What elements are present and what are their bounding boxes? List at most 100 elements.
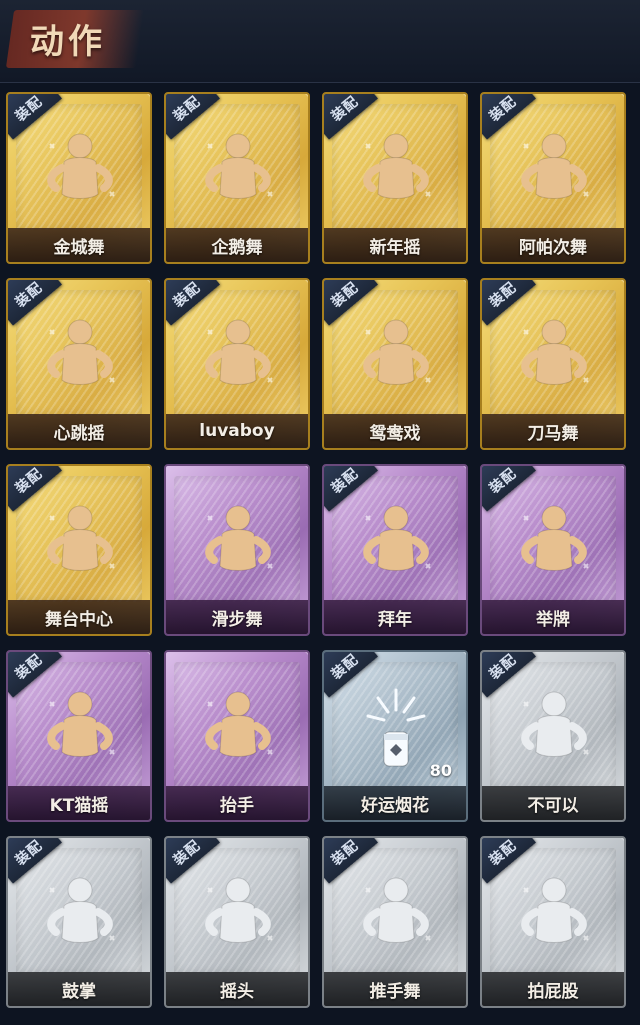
card-ornament [435, 280, 466, 311]
dancer-figure-icon [348, 866, 444, 962]
icon-svg [521, 319, 589, 385]
emote-name: 不可以 [527, 795, 579, 816]
emote-name: 举牌 [536, 609, 570, 630]
icon-svg [205, 691, 273, 757]
icon-svg [47, 319, 115, 385]
icon-svg [47, 691, 115, 757]
dancer-figure-icon [190, 308, 286, 404]
emote-card[interactable]: 装配 舞台中心 [6, 464, 152, 636]
emote-name: KT猫摇 [49, 795, 109, 816]
card-ornament [435, 838, 466, 869]
card-name-bar: 推手舞 [324, 972, 466, 1006]
raise-hand-figure-icon [190, 680, 286, 776]
emote-name: luvaboy [199, 421, 275, 441]
emote-card[interactable]: 装配 鼓掌 [6, 836, 152, 1008]
emote-card[interactable]: 80 装配 好运烟花 [322, 650, 468, 822]
emote-name: 鼓掌 [62, 981, 96, 1002]
card-ornament [435, 466, 466, 497]
card-name-bar: 抬手 [166, 786, 308, 820]
icon-svg [521, 505, 589, 571]
card-ornament [277, 280, 308, 311]
emote-name: 企鹅舞 [211, 237, 263, 258]
dancer-figure-icon [32, 122, 128, 218]
card-name-bar: 企鹅舞 [166, 228, 308, 262]
icon-svg [521, 133, 589, 199]
emote-name: 刀马舞 [527, 423, 579, 444]
card-ornament [593, 466, 624, 497]
dancer-figure-icon [190, 122, 286, 218]
card-name-bar: 滑步舞 [166, 600, 308, 634]
emote-card[interactable]: 装配 新年摇 [322, 92, 468, 264]
dancer-figure-icon [32, 308, 128, 404]
icon-svg [363, 133, 431, 199]
emote-name: 新年摇 [369, 237, 421, 258]
finger-wag-icon [506, 680, 602, 776]
card-ornament [277, 838, 308, 869]
card-ornament [277, 652, 308, 683]
emote-card[interactable]: 装配 举牌 [480, 464, 626, 636]
card-name-bar: 好运烟花 [324, 786, 466, 820]
emote-card[interactable]: 滑步舞 [164, 464, 310, 636]
emote-card[interactable]: 装配 拍屁股 [480, 836, 626, 1008]
emote-card[interactable]: 装配 推手舞 [322, 836, 468, 1008]
emote-name: 心跳摇 [53, 423, 105, 444]
dancer-figure-icon [32, 494, 128, 590]
bow-figure-icon [348, 494, 444, 590]
emote-card[interactable]: 装配 心跳摇 [6, 278, 152, 450]
card-name-bar: 拍屁股 [482, 972, 624, 1006]
card-name-bar: 鼓掌 [8, 972, 150, 1006]
card-ornament [593, 652, 624, 683]
card-name-bar: 金城舞 [8, 228, 150, 262]
emote-card[interactable]: 装配 KT猫摇 [6, 650, 152, 822]
emote-name: 舞台中心 [45, 609, 113, 630]
header-bar: 动作 [0, 0, 640, 83]
card-ornament [119, 94, 150, 125]
card-ornament [435, 94, 466, 125]
emote-card[interactable]: 装配 摇头 [164, 836, 310, 1008]
card-name-bar: 新年摇 [324, 228, 466, 262]
icon-svg [363, 319, 431, 385]
icon-svg [521, 691, 589, 757]
icon-svg [47, 133, 115, 199]
emote-card[interactable]: 装配 阿帕次舞 [480, 92, 626, 264]
shake-head-figure-icon [190, 866, 286, 962]
emote-card[interactable]: 装配 luvaboy [164, 278, 310, 450]
emote-card[interactable]: 装配 拜年 [322, 464, 468, 636]
card-ornament [119, 466, 150, 497]
card-ornament [593, 280, 624, 311]
icon-svg [363, 877, 431, 943]
dancer-figure-icon [506, 122, 602, 218]
emote-name: 抬手 [220, 795, 254, 816]
card-name-bar: 鸳鸯戏 [324, 414, 466, 448]
card-name-bar: KT猫摇 [8, 786, 150, 820]
card-ornament [593, 94, 624, 125]
card-name-bar: 阿帕次舞 [482, 228, 624, 262]
icon-svg [205, 133, 273, 199]
emote-card[interactable]: 装配 不可以 [480, 650, 626, 822]
emote-name: 拍屁股 [527, 981, 579, 1002]
card-name-bar: 摇头 [166, 972, 308, 1006]
sign-figure-icon [506, 494, 602, 590]
card-ornament [119, 838, 150, 869]
dancer-figure-icon [348, 308, 444, 404]
emote-card[interactable]: 装配 金城舞 [6, 92, 152, 264]
card-name-bar: luvaboy [166, 414, 308, 448]
emote-name: 好运烟花 [361, 795, 429, 816]
icon-svg [363, 505, 431, 571]
card-ornament [119, 652, 150, 683]
page-title: 动作 [30, 22, 106, 62]
card-ornament [119, 280, 150, 311]
icon-svg [47, 877, 115, 943]
icon-svg [205, 505, 273, 571]
emote-card[interactable]: 装配 企鹅舞 [164, 92, 310, 264]
card-ornament [435, 652, 466, 683]
card-ornament [277, 466, 308, 497]
emote-name: 阿帕次舞 [519, 237, 587, 258]
icon-svg [47, 505, 115, 571]
emote-card[interactable]: 抬手 [164, 650, 310, 822]
icon-svg [205, 319, 273, 385]
dancer-figure-icon [190, 494, 286, 590]
emote-name: 拜年 [378, 609, 412, 630]
emote-card[interactable]: 装配 鸳鸯戏 [322, 278, 468, 450]
emote-card[interactable]: 装配 刀马舞 [480, 278, 626, 450]
